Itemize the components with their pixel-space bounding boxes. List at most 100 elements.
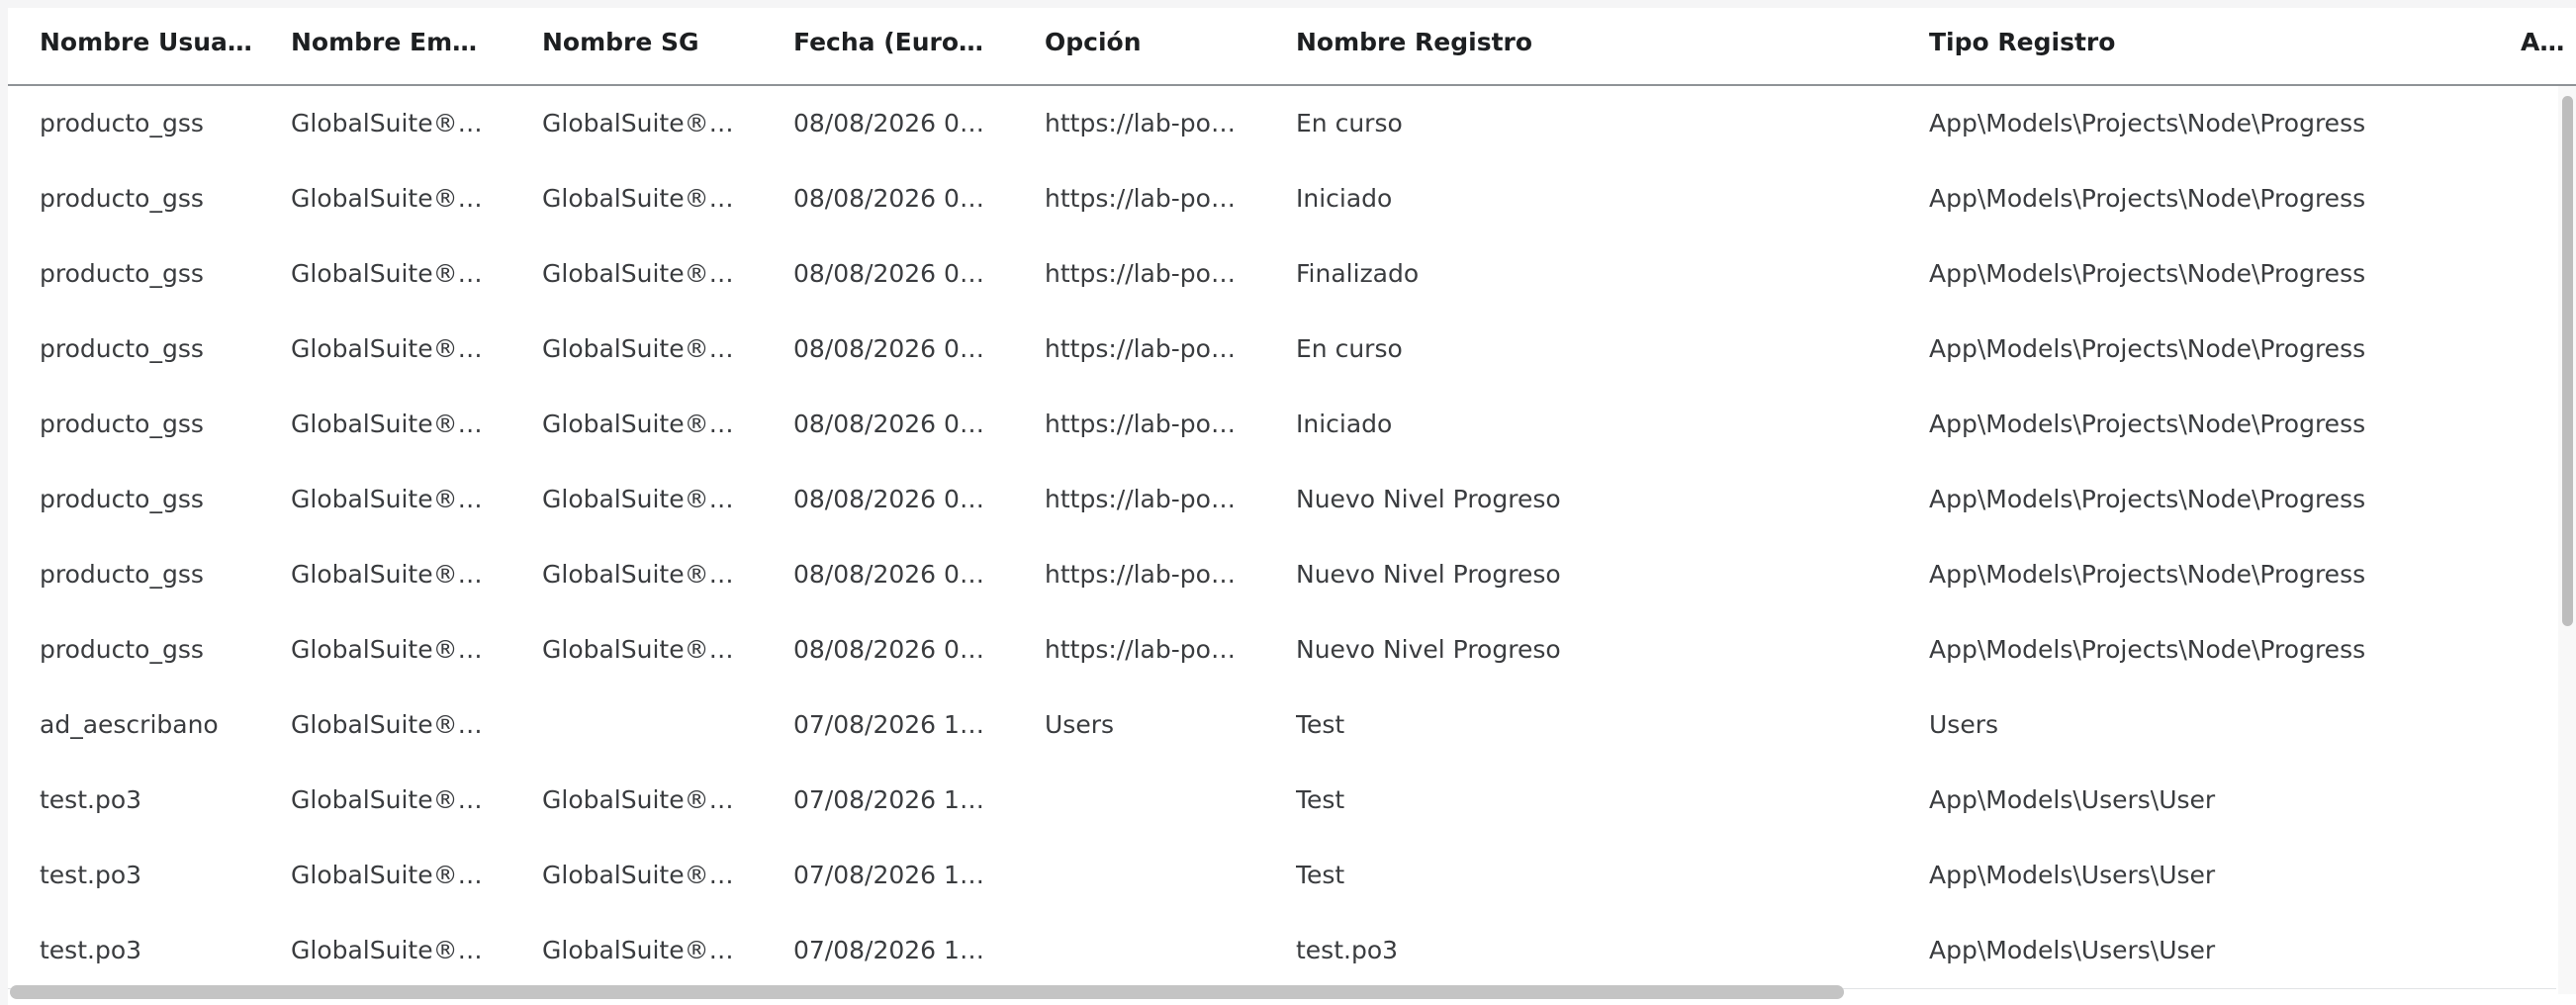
- cell-nombre-usuario: producto_gss: [40, 560, 204, 589]
- cell-nombre-registro: Iniciado: [1296, 184, 1393, 213]
- table-row[interactable]: producto_gss GlobalSuite® Lab GlobalSuite®…: [8, 312, 2556, 388]
- cell-opcion: https://lab-portal: [1045, 334, 1242, 363]
- cell-nombre-registro: Test: [1296, 861, 1345, 889]
- cell-opcion: https://lab-portal: [1045, 184, 1242, 213]
- cell-nombre-registro: Nuevo Nivel Progreso: [1296, 485, 1561, 513]
- cell-tipo-registro: App\Models\Users\User: [1929, 785, 2216, 814]
- cell-nombre-usuario: producto_gss: [40, 410, 204, 438]
- cell-nombre-sg: GlobalSuite® Lab: [542, 334, 740, 363]
- cell-nombre-usuario: ad_aescribano: [40, 710, 219, 739]
- cell-opcion: https://lab-portal: [1045, 560, 1242, 589]
- cell-fecha: 07/08/2026 16:00: [793, 785, 991, 814]
- table-row[interactable]: test.po3 GlobalSuite® Lab GlobalSuite® Lab…: [8, 763, 2556, 839]
- cell-opcion: https://lab-portal: [1045, 635, 1242, 664]
- cell-nombre-usuario: producto_gss: [40, 485, 204, 513]
- vertical-scrollbar-thumb[interactable]: [2562, 96, 2573, 626]
- cell-nombre-empresa: GlobalSuite® Lab: [291, 710, 489, 739]
- cell-nombre-usuario: test.po3: [40, 861, 142, 889]
- cell-nombre-registro: En curso: [1296, 334, 1403, 363]
- cell-nombre-registro: test.po3: [1296, 936, 1399, 964]
- cell-nombre-registro: En curso: [1296, 109, 1403, 137]
- cell-nombre-empresa: GlobalSuite® Lab: [291, 485, 489, 513]
- cell-nombre-usuario: producto_gss: [40, 334, 204, 363]
- cell-nombre-empresa: GlobalSuite® Lab: [291, 184, 489, 213]
- table-row[interactable]: test.po3 GlobalSuite® Lab GlobalSuite® Lab…: [8, 838, 2556, 914]
- cell-nombre-empresa: GlobalSuite® Lab: [291, 936, 489, 964]
- cell-nombre-registro: Iniciado: [1296, 410, 1393, 438]
- cell-opcion: [1045, 913, 1242, 988]
- cell-tipo-registro: App\Models\Projects\Node\Progress: [1929, 410, 2366, 438]
- cell-tipo-registro: App\Models\Projects\Node\Progress: [1929, 334, 2366, 363]
- cell-nombre-empresa: GlobalSuite® Lab: [291, 109, 489, 137]
- cell-opcion: [1045, 763, 1242, 838]
- cell-tipo-registro: Users: [1929, 710, 1999, 739]
- cell-fecha: 08/08/2026 09:00: [793, 334, 991, 363]
- cell-fecha: 07/08/2026 16:00: [793, 710, 991, 739]
- table-row[interactable]: test.po3 GlobalSuite® Lab GlobalSuite® Lab…: [8, 913, 2556, 989]
- cell-nombre-sg: [542, 687, 740, 763]
- cell-nombre-sg: GlobalSuite® Lab: [542, 936, 740, 964]
- cell-tipo-registro: App\Models\Projects\Node\Progress: [1929, 184, 2366, 213]
- cell-nombre-empresa: GlobalSuite® Lab: [291, 259, 489, 288]
- column-header-opcion[interactable]: Opción: [1045, 8, 1242, 84]
- vertical-scrollbar[interactable]: [2558, 86, 2576, 994]
- horizontal-scrollbar[interactable]: [8, 981, 2558, 1003]
- cell-nombre-empresa: GlobalSuite® Lab: [291, 410, 489, 438]
- column-header-tipo-registro[interactable]: Tipo Registro: [1929, 8, 2523, 84]
- cell-tipo-registro: App\Models\Projects\Node\Progress: [1929, 259, 2366, 288]
- cell-fecha: 08/08/2026 09:00: [793, 560, 991, 589]
- cell-nombre-empresa: GlobalSuite® Lab: [291, 785, 489, 814]
- table-row[interactable]: producto_gss GlobalSuite® Lab GlobalSuite®…: [8, 86, 2556, 162]
- column-header-nombre-sg[interactable]: Nombre SG: [542, 8, 740, 84]
- cell-nombre-empresa: GlobalSuite® Lab: [291, 635, 489, 664]
- cell-opcion: [1045, 838, 1242, 913]
- horizontal-scrollbar-thumb[interactable]: [10, 985, 1844, 999]
- cell-nombre-usuario: producto_gss: [40, 635, 204, 664]
- column-header-fecha[interactable]: Fecha (Europe/Madrid): [793, 8, 991, 84]
- cell-fecha: 08/08/2026 09:00: [793, 485, 991, 513]
- cell-nombre-usuario: test.po3: [40, 785, 142, 814]
- table-row[interactable]: producto_gss GlobalSuite® Lab GlobalSuite®…: [8, 612, 2556, 688]
- cell-nombre-sg: GlobalSuite® Lab: [542, 184, 740, 213]
- cell-opcion: https://lab-portal: [1045, 485, 1242, 513]
- table-row[interactable]: producto_gss GlobalSuite® Lab GlobalSuite®…: [8, 537, 2556, 613]
- table-row[interactable]: ad_aescribano GlobalSuite® Lab 07/08/2026 …: [8, 687, 2556, 764]
- cell-tipo-registro: App\Models\Projects\Node\Progress: [1929, 485, 2366, 513]
- cell-nombre-sg: GlobalSuite® Lab: [542, 485, 740, 513]
- cell-nombre-sg: GlobalSuite® Lab: [542, 410, 740, 438]
- cell-nombre-registro: Test: [1296, 785, 1345, 814]
- table-row[interactable]: producto_gss GlobalSuite® Lab GlobalSuite®…: [8, 161, 2556, 237]
- column-header-nombre-usuario[interactable]: Nombre Usuario: [40, 8, 252, 84]
- cell-nombre-registro: Nuevo Nivel Progreso: [1296, 635, 1561, 664]
- column-header-nombre-registro[interactable]: Nombre Registro: [1296, 8, 1889, 84]
- cell-nombre-empresa: GlobalSuite® Lab: [291, 861, 489, 889]
- cell-nombre-sg: GlobalSuite® Lab: [542, 259, 740, 288]
- column-header-nombre-empresa[interactable]: Nombre Empresa: [291, 8, 489, 84]
- audit-log-table: Nombre Usuario Nombre Empresa Nombre SG …: [8, 8, 2576, 1005]
- cell-nombre-registro: Finalizado: [1296, 259, 1420, 288]
- cell-tipo-registro: App\Models\Users\User: [1929, 861, 2216, 889]
- cell-fecha: 08/08/2026 09:00: [793, 635, 991, 664]
- cell-opcion: https://lab-portal: [1045, 410, 1242, 438]
- cell-tipo-registro: App\Models\Projects\Node\Progress: [1929, 635, 2366, 664]
- column-header-accion[interactable]: Acción: [2521, 8, 2576, 84]
- cell-nombre-usuario: test.po3: [40, 936, 142, 964]
- cell-opcion: https://lab-portal: [1045, 259, 1242, 288]
- cell-nombre-usuario: producto_gss: [40, 184, 204, 213]
- cell-nombre-empresa: GlobalSuite® Lab: [291, 334, 489, 363]
- cell-nombre-registro: Test: [1296, 710, 1345, 739]
- table-header: Nombre Usuario Nombre Empresa Nombre SG …: [8, 8, 2576, 86]
- cell-nombre-sg: GlobalSuite® Lab: [542, 635, 740, 664]
- cell-tipo-registro: App\Models\Projects\Node\Progress: [1929, 560, 2366, 589]
- table-row[interactable]: producto_gss GlobalSuite® Lab GlobalSuite®…: [8, 387, 2556, 463]
- cell-fecha: 07/08/2026 16:00: [793, 861, 991, 889]
- cell-fecha: 08/08/2026 09:00: [793, 184, 991, 213]
- table-row[interactable]: producto_gss GlobalSuite® Lab GlobalSuite®…: [8, 236, 2556, 313]
- cell-fecha: 07/08/2026 16:00: [793, 936, 991, 964]
- cell-opcion: Users: [1045, 710, 1115, 739]
- cell-fecha: 08/08/2026 09:00: [793, 410, 991, 438]
- cell-nombre-sg: GlobalSuite® Lab: [542, 109, 740, 137]
- table-row[interactable]: producto_gss GlobalSuite® Lab GlobalSuite®…: [8, 462, 2556, 538]
- cell-nombre-empresa: GlobalSuite® Lab: [291, 560, 489, 589]
- cell-nombre-registro: Nuevo Nivel Progreso: [1296, 560, 1561, 589]
